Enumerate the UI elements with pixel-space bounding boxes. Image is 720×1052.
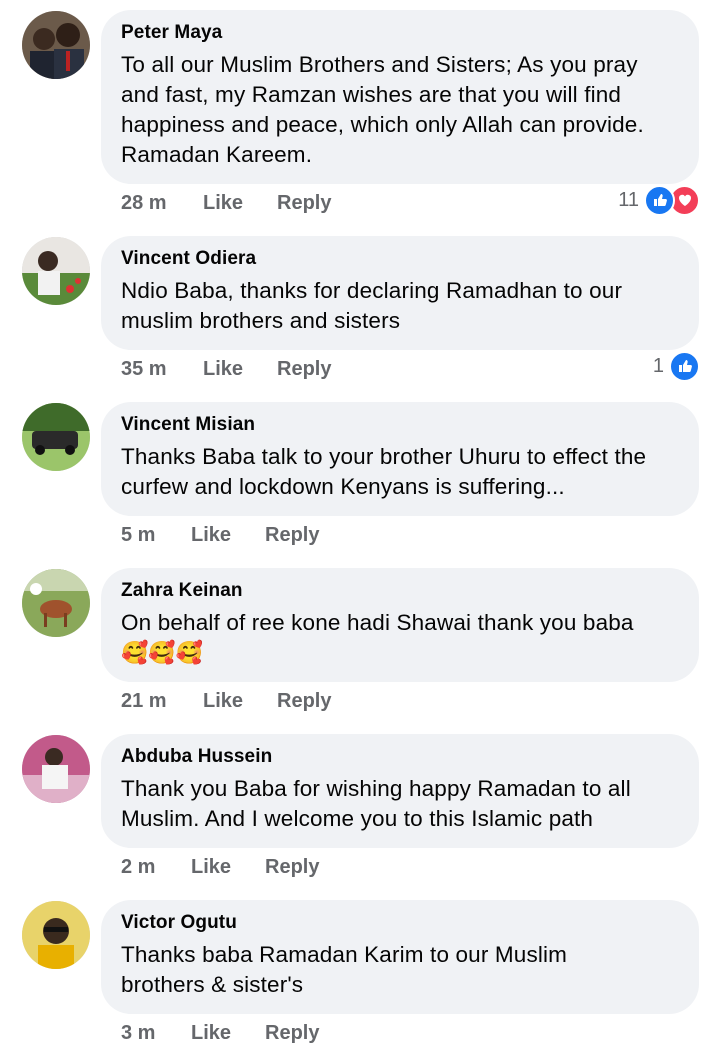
avatar[interactable] — [22, 735, 90, 803]
comment-time[interactable]: 28 m — [121, 192, 167, 215]
avatar[interactable] — [22, 569, 90, 637]
like-button[interactable]: Like — [203, 192, 243, 215]
comment-author[interactable]: Victor Ogutu — [121, 912, 681, 934]
comment-author[interactable]: Zahra Keinan — [121, 580, 681, 602]
reaction-summary[interactable]: 11 — [618, 184, 700, 216]
comment-actions: 3 m Like Reply — [121, 1020, 319, 1046]
like-button[interactable]: Like — [191, 856, 231, 879]
comment-text: Ndio Baba, thanks for declaring Ramadhan… — [121, 278, 623, 333]
reply-button[interactable]: Reply — [277, 690, 331, 713]
comment-bubble: Abduba Hussein Thank you Baba for wishin… — [101, 734, 699, 848]
comment-time[interactable]: 3 m — [121, 1022, 155, 1045]
comment-text: Thanks baba Ramadan Karim to our Muslim … — [121, 942, 568, 997]
comment-text: To all our Muslim Brothers and Sisters; … — [121, 52, 644, 167]
reply-button[interactable]: Reply — [277, 358, 331, 381]
reaction-count: 11 — [618, 188, 639, 211]
comment-time[interactable]: 2 m — [121, 856, 155, 879]
avatar[interactable] — [22, 403, 90, 471]
like-button[interactable]: Like — [191, 524, 231, 547]
like-icon — [669, 350, 700, 382]
reaction-summary[interactable]: 1 — [652, 350, 700, 382]
reply-button[interactable]: Reply — [265, 524, 319, 547]
comment-actions: 2 m Like Reply — [121, 854, 319, 880]
like-button[interactable]: Like — [203, 690, 243, 713]
reply-button[interactable]: Reply — [265, 856, 319, 879]
like-button[interactable]: Like — [191, 1022, 231, 1045]
like-button[interactable]: Like — [203, 358, 243, 381]
comment-time[interactable]: 5 m — [121, 524, 155, 547]
comment-actions: 21 m Like Reply — [121, 688, 331, 714]
reply-button[interactable]: Reply — [265, 1022, 319, 1045]
comment-author[interactable]: Vincent Misian — [121, 414, 681, 436]
comment-author[interactable]: Abduba Hussein — [121, 746, 681, 768]
comment-bubble: Vincent Misian Thanks Baba talk to your … — [101, 402, 699, 516]
reply-button[interactable]: Reply — [277, 192, 331, 215]
comment-actions: 35 m Like Reply — [121, 356, 331, 382]
avatar[interactable] — [22, 237, 90, 305]
comment-actions: 28 m Like Reply — [121, 190, 331, 216]
comment-text: Thank you Baba for wishing happy Ramadan… — [121, 776, 631, 831]
comment-text: Thanks Baba talk to your brother Uhuru t… — [121, 444, 647, 499]
reaction-count: 1 — [652, 354, 664, 377]
like-icon — [644, 184, 675, 216]
comment-bubble: Zahra Keinan On behalf of ree kone hadi … — [101, 568, 699, 682]
avatar[interactable] — [22, 11, 90, 79]
comment-bubble: Peter Maya To all our Muslim Brothers an… — [101, 10, 699, 184]
comment-text: On behalf of ree kone hadi Shawai thank … — [121, 610, 634, 635]
avatar[interactable] — [22, 901, 90, 969]
comment-time[interactable]: 35 m — [121, 358, 167, 381]
comment-author[interactable]: Peter Maya — [121, 22, 681, 44]
comment-actions: 5 m Like Reply — [121, 522, 319, 548]
comment-bubble: Victor Ogutu Thanks baba Ramadan Karim t… — [101, 900, 699, 1014]
comment-author[interactable]: Vincent Odiera — [121, 248, 681, 270]
comment-bubble: Vincent Odiera Ndio Baba, thanks for dec… — [101, 236, 699, 350]
comment-time[interactable]: 21 m — [121, 690, 167, 713]
emoji-row: 🥰🥰🥰 — [121, 640, 204, 665]
